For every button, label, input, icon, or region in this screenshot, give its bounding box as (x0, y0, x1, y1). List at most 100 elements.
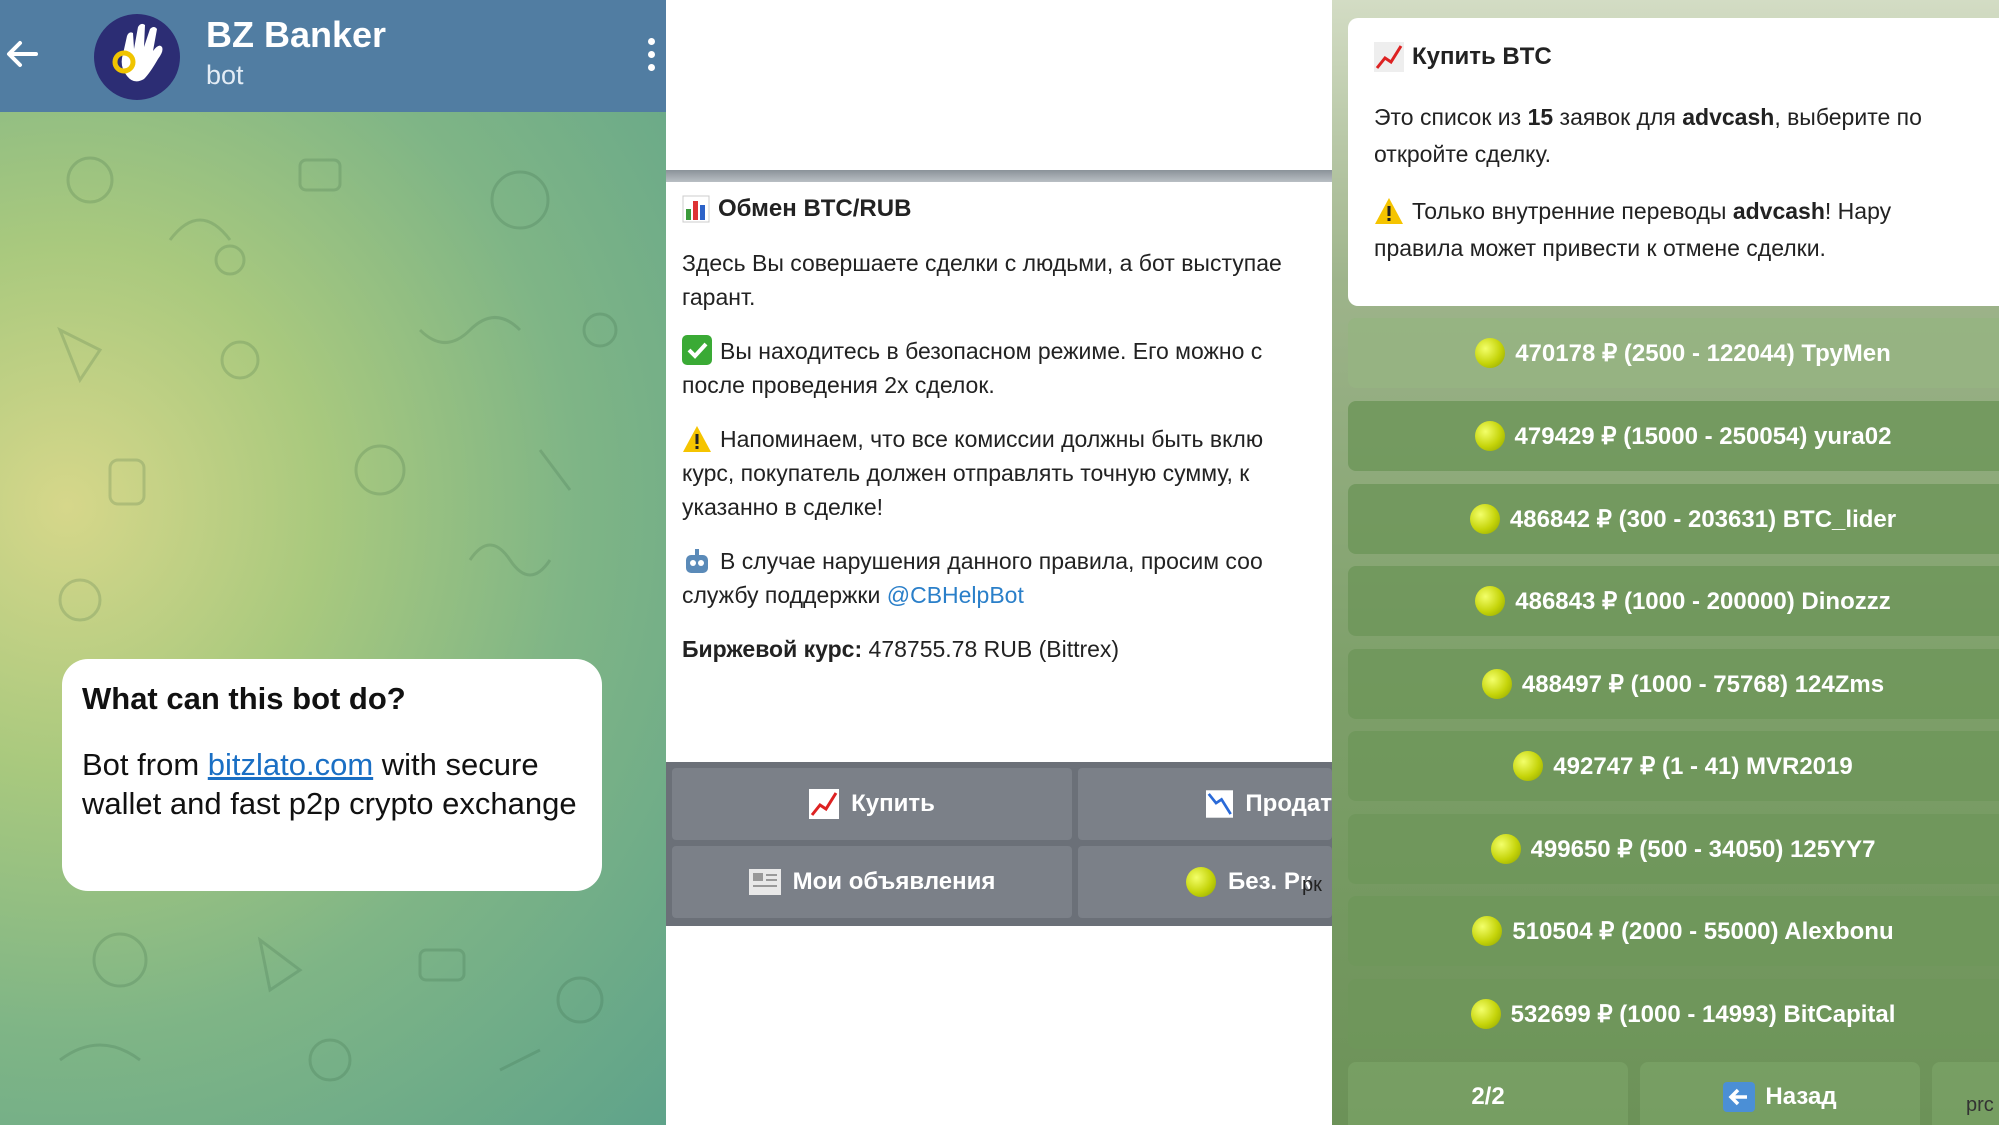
warning-suffix: ! Нару (1824, 198, 1892, 224)
buy-button-label: Купить (851, 790, 935, 817)
bot-avatar[interactable] (94, 14, 180, 100)
chat-background-pattern (57, 156, 618, 1082)
chart-down-icon (1206, 790, 1234, 818)
exchange-title-row: Обмен BTC/RUB (682, 192, 1332, 226)
no-rk-button-label: Без. Рк (1228, 868, 1312, 895)
warning-line-2: правила может привести к отмене сделки. (1374, 235, 1826, 261)
offer-label: 510504 ₽ (2000 - 55000) Alexbonu (1512, 917, 1894, 945)
bubble-text: Bot from bitzlato.com with secure wallet… (82, 745, 582, 823)
chat-panel: BZ Banker bot What can this bot do? Bot … (0, 0, 666, 1125)
transfer-warning: Только внутренние переводы advcash! Нару… (1374, 193, 1999, 267)
divider-strip (666, 170, 1332, 182)
ok-hand-icon (112, 23, 163, 82)
safe-mode-text: Вы находитесь в безопасном режиме. Его м… (682, 334, 1332, 402)
sell-button[interactable]: Продат (1078, 768, 1332, 840)
tennis-ball-icon (1469, 504, 1500, 534)
no-rk-button[interactable]: Без. Рк (1078, 846, 1332, 918)
list-prefix: Это список из (1374, 104, 1528, 130)
buy-btc-title-row: Купить BTC (1374, 38, 1999, 75)
warning-prefix: Только внутренние переводы (1412, 198, 1733, 224)
exchange-message: Обмен BTC/RUB Здесь Вы совершаете сделки… (666, 182, 1332, 762)
offer-button[interactable]: 492747 ₽ (1 - 41) MVR2019 (1348, 731, 1999, 801)
offer-button[interactable]: 470178 ₽ (2500 - 122044) ТруМеn (1348, 318, 1999, 388)
intro-line-2: гарант. (682, 284, 756, 310)
more-menu-icon[interactable] (644, 38, 658, 78)
chat-subtitle: bot (206, 60, 244, 90)
offer-button[interactable]: 488497 ₽ (1000 - 75768) 124Zms (1348, 649, 1999, 719)
tennis-ball-icon (1186, 867, 1216, 897)
warning-icon (1375, 198, 1403, 224)
offer-button[interactable]: 479429 ₽ (15000 - 250054) yura02 (1348, 401, 1999, 471)
newspaper-icon (748, 869, 781, 895)
safe-mode-line-1: Вы находитесь в безопасном режиме. Его м… (720, 338, 1263, 364)
back-button[interactable]: Назад (1640, 1062, 1920, 1125)
offer-label: 499650 ₽ (500 - 34050) 125YY7 (1530, 835, 1876, 863)
reminder-text: Напоминаем, что все комиссии должны быть… (682, 422, 1332, 524)
offer-button[interactable]: 486843 ₽ (1000 - 200000) Dinozzz (1348, 566, 1999, 636)
offer-button[interactable]: 532699 ₽ (1000 - 14993) BitCapital (1348, 979, 1999, 1049)
exchange-keyboard: Купить Продат Мои объявления Без. Рк рк (666, 762, 1332, 926)
offer-button[interactable]: 499650 ₽ (500 - 34050) 125YY7 (1348, 814, 1999, 884)
sell-button-label: Продат (1245, 790, 1332, 817)
tennis-ball-icon (1513, 751, 1544, 781)
list-suffix: , выберите по (1774, 104, 1922, 130)
offer-label: 479429 ₽ (15000 - 250054) yura02 (1514, 422, 1892, 450)
tennis-ball-icon (1490, 834, 1521, 864)
back-button-label: Назад (1765, 1083, 1837, 1110)
bitzlato-link[interactable]: bitzlato.com (208, 747, 373, 782)
tennis-ball-icon (1472, 916, 1503, 946)
exchange-title: Обмен BTC/RUB (718, 195, 912, 222)
small-tag: prc (1966, 1094, 1994, 1116)
list-mid: заявок для (1553, 104, 1683, 130)
offer-label: 488497 ₽ (1000 - 75768) 124Zms (1521, 670, 1885, 698)
offer-label: 470178 ₽ (2500 - 122044) ТруМеn (1515, 339, 1891, 367)
chat-header: BZ Banker bot (0, 0, 666, 112)
list-method: advcash (1682, 104, 1775, 130)
rate-value: 478755.78 RUB (Bittrex) (862, 636, 1120, 662)
offer-label: 492747 ₽ (1 - 41) MVR2019 (1553, 752, 1853, 780)
chart-up-icon (809, 789, 840, 819)
bot-description-bubble: What can this bot do? Bot from bitzlato.… (62, 659, 602, 891)
buy-btc-message: Купить BTC Это список из 15 заявок для a… (1348, 18, 1999, 306)
violation-line-1: В случае нарушения данного правила, прос… (720, 548, 1263, 574)
my-ads-button[interactable]: Мои объявления (672, 846, 1072, 918)
page-indicator: 2/2 (1471, 1083, 1505, 1110)
intro-line-1: Здесь Вы совершаете сделки с людьми, а б… (682, 250, 1282, 276)
check-mark-icon (682, 335, 712, 365)
violation-line-2: службу поддержки (682, 582, 887, 608)
back-arrow-icon[interactable] (2, 34, 42, 74)
small-tag: рк (1302, 874, 1322, 896)
reminder-line-2: курс, покупатель должен отправлять точну… (682, 460, 1250, 486)
list-count: 15 (1527, 104, 1554, 130)
support-bot-link[interactable]: @CBHelpBot (887, 582, 1024, 608)
offer-label: 532699 ₽ (1000 - 14993) BitCapital (1510, 1000, 1896, 1028)
exchange-panel: Обмен BTC/RUB Здесь Вы совершаете сделки… (666, 0, 1332, 1125)
list-line-2: откройте сделку. (1374, 141, 1552, 167)
offer-label: 486843 ₽ (1000 - 200000) Dinozzz (1515, 587, 1891, 615)
offer-button[interactable]: 486842 ₽ (300 - 203631) BTC_lider (1348, 484, 1999, 554)
tennis-ball-icon (1475, 586, 1506, 616)
offer-button[interactable]: 510504 ₽ (2000 - 55000) Alexbonu (1348, 896, 1999, 966)
reminder-line-1: Напоминаем, что все комиссии должны быть… (720, 426, 1264, 452)
tennis-ball-icon (1474, 421, 1505, 451)
tennis-ball-icon (1481, 669, 1512, 699)
buy-button[interactable]: Купить (672, 768, 1072, 840)
buy-btc-title: Купить BTC (1412, 43, 1552, 70)
safe-mode-line-2: после проведения 2х сделок. (682, 372, 995, 398)
bubble-heading: What can this bot do? (82, 681, 406, 716)
chat-title: BZ Banker (206, 14, 387, 55)
exchange-rate: Биржевой курс: 478755.78 RUB (Bittrex) (682, 632, 1332, 666)
tennis-ball-icon (1475, 338, 1506, 368)
bar-chart-icon (682, 195, 710, 223)
list-description: Это список из 15 заявок для advcash, выб… (1374, 99, 1999, 173)
my-ads-button-label: Мои объявления (792, 868, 996, 895)
intro-text: Здесь Вы совершаете сделки с людьми, а б… (682, 246, 1332, 314)
reminder-line-3: указанно в сделке! (682, 494, 884, 520)
tennis-ball-icon (1470, 999, 1501, 1029)
warning-icon (683, 426, 711, 452)
left-arrow-icon (1723, 1082, 1756, 1112)
warning-method: advcash (1732, 198, 1825, 224)
bubble-text-prefix: Bot from (82, 747, 208, 782)
chart-up-icon (1374, 41, 1404, 72)
page-indicator-button[interactable]: 2/2 (1348, 1062, 1628, 1125)
